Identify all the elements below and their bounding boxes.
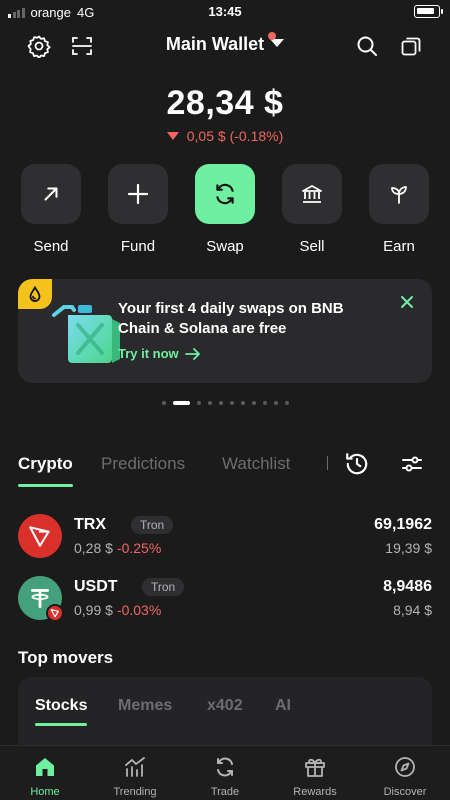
asset-row-trx[interactable]: TRX Tron 0,28 $ -0.25% 69,1962 19,39 $ <box>18 514 432 562</box>
tab-stocks[interactable]: Stocks <box>35 697 88 726</box>
compass-icon <box>395 757 415 777</box>
filter-sliders-icon[interactable] <box>398 450 426 478</box>
arrow-up-right-icon <box>44 187 58 201</box>
send-label: Send <box>33 238 69 255</box>
asset-symbol: TRX <box>74 516 106 533</box>
close-icon[interactable] <box>400 295 414 314</box>
trade-swap-icon <box>217 757 233 777</box>
tab-predictions[interactable]: Predictions <box>101 454 185 474</box>
pager-dot[interactable] <box>218 401 223 405</box>
sell-button[interactable]: Sell <box>281 164 343 255</box>
fund-label: Fund <box>120 238 156 255</box>
nav-trade[interactable]: Trade <box>180 754 270 798</box>
gift-icon <box>305 758 325 777</box>
pager-dot[interactable] <box>207 401 212 405</box>
send-button[interactable]: Send <box>20 164 82 255</box>
header: Main Wallet <box>0 28 450 64</box>
pager-dot[interactable] <box>251 401 256 405</box>
history-icon[interactable] <box>343 450 371 478</box>
fuel-can-illustration <box>52 305 120 363</box>
search-icon[interactable] <box>353 32 381 60</box>
swap-button[interactable]: Swap <box>194 164 256 255</box>
pager-dot[interactable] <box>240 401 245 405</box>
pager-dot[interactable] <box>273 401 278 405</box>
fund-button[interactable]: Fund <box>107 164 169 255</box>
earn-label: Earn <box>383 238 415 255</box>
tab-crypto[interactable]: Crypto <box>18 454 73 487</box>
tron-chain-badge-icon <box>46 604 64 622</box>
asset-price: 0,99 $ -0.03% <box>74 602 162 618</box>
top-movers-title: Top movers <box>18 648 114 667</box>
asset-tabs: Crypto Predictions Watchlist <box>18 450 432 490</box>
swap-label: Swap <box>206 238 244 255</box>
triangle-down-icon <box>166 132 179 140</box>
chain-badge: Tron <box>142 578 185 596</box>
tab-divider <box>327 456 328 470</box>
nav-rewards[interactable]: Rewards <box>270 754 360 798</box>
swap-icon <box>216 183 234 205</box>
pager-dot[interactable] <box>284 401 289 405</box>
pager-dot[interactable] <box>161 401 166 405</box>
promo-banner[interactable]: Your first 4 daily swaps on BNB Chain & … <box>18 279 432 383</box>
tab-watchlist[interactable]: Watchlist <box>222 454 290 474</box>
caret-down-icon <box>270 39 285 47</box>
gas-drop-badge <box>18 279 52 309</box>
nav-home[interactable]: Home <box>0 754 90 798</box>
plus-icon <box>127 183 149 205</box>
battery-icon <box>414 5 443 18</box>
bank-icon <box>302 185 322 203</box>
copy-icon[interactable] <box>397 32 425 60</box>
notification-dot <box>268 32 276 40</box>
asset-row-usdt[interactable]: USDT Tron 0,99 $ -0.03% 8,9486 8,94 $ <box>18 576 432 624</box>
try-it-now-link[interactable]: Try it now <box>118 346 201 361</box>
chain-badge: Tron <box>131 516 174 534</box>
carousel-pager <box>0 400 450 406</box>
wallet-selector[interactable]: Main Wallet <box>0 32 450 55</box>
tab-x402[interactable]: x402 <box>207 697 243 715</box>
drop-icon <box>29 286 41 302</box>
sprout-icon <box>391 186 407 204</box>
nav-discover[interactable]: Discover <box>360 754 450 798</box>
home-icon <box>36 758 54 776</box>
status-bar: orange 4G 13:45 <box>0 0 450 24</box>
sell-label: Sell <box>299 238 325 255</box>
asset-value: 19,39 $ <box>385 540 432 556</box>
asset-price: 0,28 $ -0.25% <box>74 540 162 556</box>
tab-ai[interactable]: AI <box>275 697 291 715</box>
wallet-name: Main Wallet <box>165 34 265 54</box>
asset-amount: 8,9486 <box>383 578 432 595</box>
arrow-right-icon <box>184 347 200 360</box>
tron-coin-icon <box>18 514 62 558</box>
earn-button[interactable]: Earn <box>368 164 430 255</box>
pager-dot[interactable] <box>229 401 234 405</box>
promo-text: Your first 4 daily swaps on BNB Chain & … <box>118 300 344 337</box>
pager-dot[interactable] <box>196 401 201 405</box>
asset-amount: 69,1962 <box>374 516 432 533</box>
trending-chart-icon <box>125 757 145 777</box>
balance-change: 0,05 $ (-0.18%) <box>0 128 450 144</box>
bottom-nav: Home Trending Trade Rewards Discover <box>0 745 450 800</box>
tab-memes[interactable]: Memes <box>118 697 172 715</box>
asset-symbol: USDT <box>74 578 118 595</box>
nav-trending[interactable]: Trending <box>90 754 180 798</box>
total-balance: 28,34 $ <box>166 84 284 122</box>
pager-dot[interactable] <box>172 401 190 405</box>
asset-value: 8,94 $ <box>393 602 432 618</box>
pager-dot[interactable] <box>262 401 267 405</box>
action-buttons: Send Fund Swap Sell Earn <box>0 164 450 255</box>
clock: 13:45 <box>208 4 242 19</box>
